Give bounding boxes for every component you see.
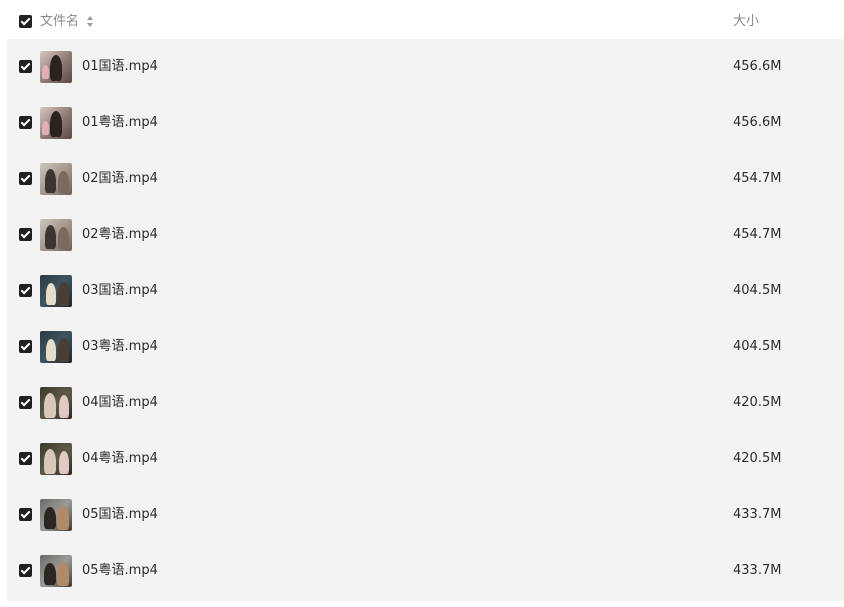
file-name[interactable]: 01国语.mp4 — [82, 58, 158, 75]
row-checkbox[interactable] — [19, 508, 32, 521]
file-size: 404.5M — [733, 339, 782, 354]
video-thumbnail — [40, 219, 72, 251]
row-checkbox[interactable] — [19, 60, 32, 73]
column-header-size[interactable]: 大小 — [733, 13, 759, 30]
file-row[interactable]: 01国语.mp4 456.6M — [7, 39, 844, 95]
row-checkbox[interactable] — [19, 396, 32, 409]
sort-icon[interactable] — [86, 15, 94, 28]
row-checkbox[interactable] — [19, 172, 32, 185]
file-row[interactable]: 05粤语.mp4 433.7M — [7, 543, 844, 599]
file-name[interactable]: 05粤语.mp4 — [82, 562, 158, 579]
file-size: 420.5M — [733, 395, 782, 410]
video-thumbnail — [40, 499, 72, 531]
file-name[interactable]: 02粤语.mp4 — [82, 226, 158, 243]
file-name[interactable]: 02国语.mp4 — [82, 170, 158, 187]
video-thumbnail — [40, 163, 72, 195]
video-thumbnail — [40, 387, 72, 419]
file-list: 01国语.mp4 456.6M 01粤语.mp4 456.6M 02国语.mp4… — [7, 39, 844, 601]
row-checkbox[interactable] — [19, 340, 32, 353]
row-checkbox[interactable] — [19, 228, 32, 241]
file-row[interactable]: 04粤语.mp4 420.5M — [7, 431, 844, 487]
file-row[interactable]: 05国语.mp4 433.7M — [7, 487, 844, 543]
file-size: 433.7M — [733, 507, 782, 522]
file-name[interactable]: 05国语.mp4 — [82, 506, 158, 523]
file-size: 420.5M — [733, 451, 782, 466]
video-thumbnail — [40, 331, 72, 363]
file-name[interactable]: 04国语.mp4 — [82, 394, 158, 411]
file-row[interactable]: 02国语.mp4 454.7M — [7, 151, 844, 207]
file-name[interactable]: 03粤语.mp4 — [82, 338, 158, 355]
select-all-checkbox[interactable] — [19, 15, 32, 28]
file-name[interactable]: 01粤语.mp4 — [82, 114, 158, 131]
row-checkbox[interactable] — [19, 284, 32, 297]
file-row[interactable]: 03粤语.mp4 404.5M — [7, 319, 844, 375]
file-size: 456.6M — [733, 115, 782, 130]
row-checkbox[interactable] — [19, 452, 32, 465]
file-size: 454.7M — [733, 171, 782, 186]
video-thumbnail — [40, 275, 72, 307]
file-size: 433.7M — [733, 563, 782, 578]
file-size: 456.6M — [733, 59, 782, 74]
file-name[interactable]: 03国语.mp4 — [82, 282, 158, 299]
file-name[interactable]: 04粤语.mp4 — [82, 450, 158, 467]
file-row[interactable]: 02粤语.mp4 454.7M — [7, 207, 844, 263]
file-row[interactable]: 04国语.mp4 420.5M — [7, 375, 844, 431]
column-header-filename[interactable]: 文件名 — [40, 13, 79, 30]
file-size: 404.5M — [733, 283, 782, 298]
row-checkbox[interactable] — [19, 116, 32, 129]
video-thumbnail — [40, 443, 72, 475]
file-row[interactable]: 01粤语.mp4 456.6M — [7, 95, 844, 151]
file-row[interactable]: 03国语.mp4 404.5M — [7, 263, 844, 319]
video-thumbnail — [40, 51, 72, 83]
file-list-header: 文件名 大小 — [0, 0, 844, 40]
row-checkbox[interactable] — [19, 564, 32, 577]
video-thumbnail — [40, 107, 72, 139]
video-thumbnail — [40, 555, 72, 587]
file-size: 454.7M — [733, 227, 782, 242]
